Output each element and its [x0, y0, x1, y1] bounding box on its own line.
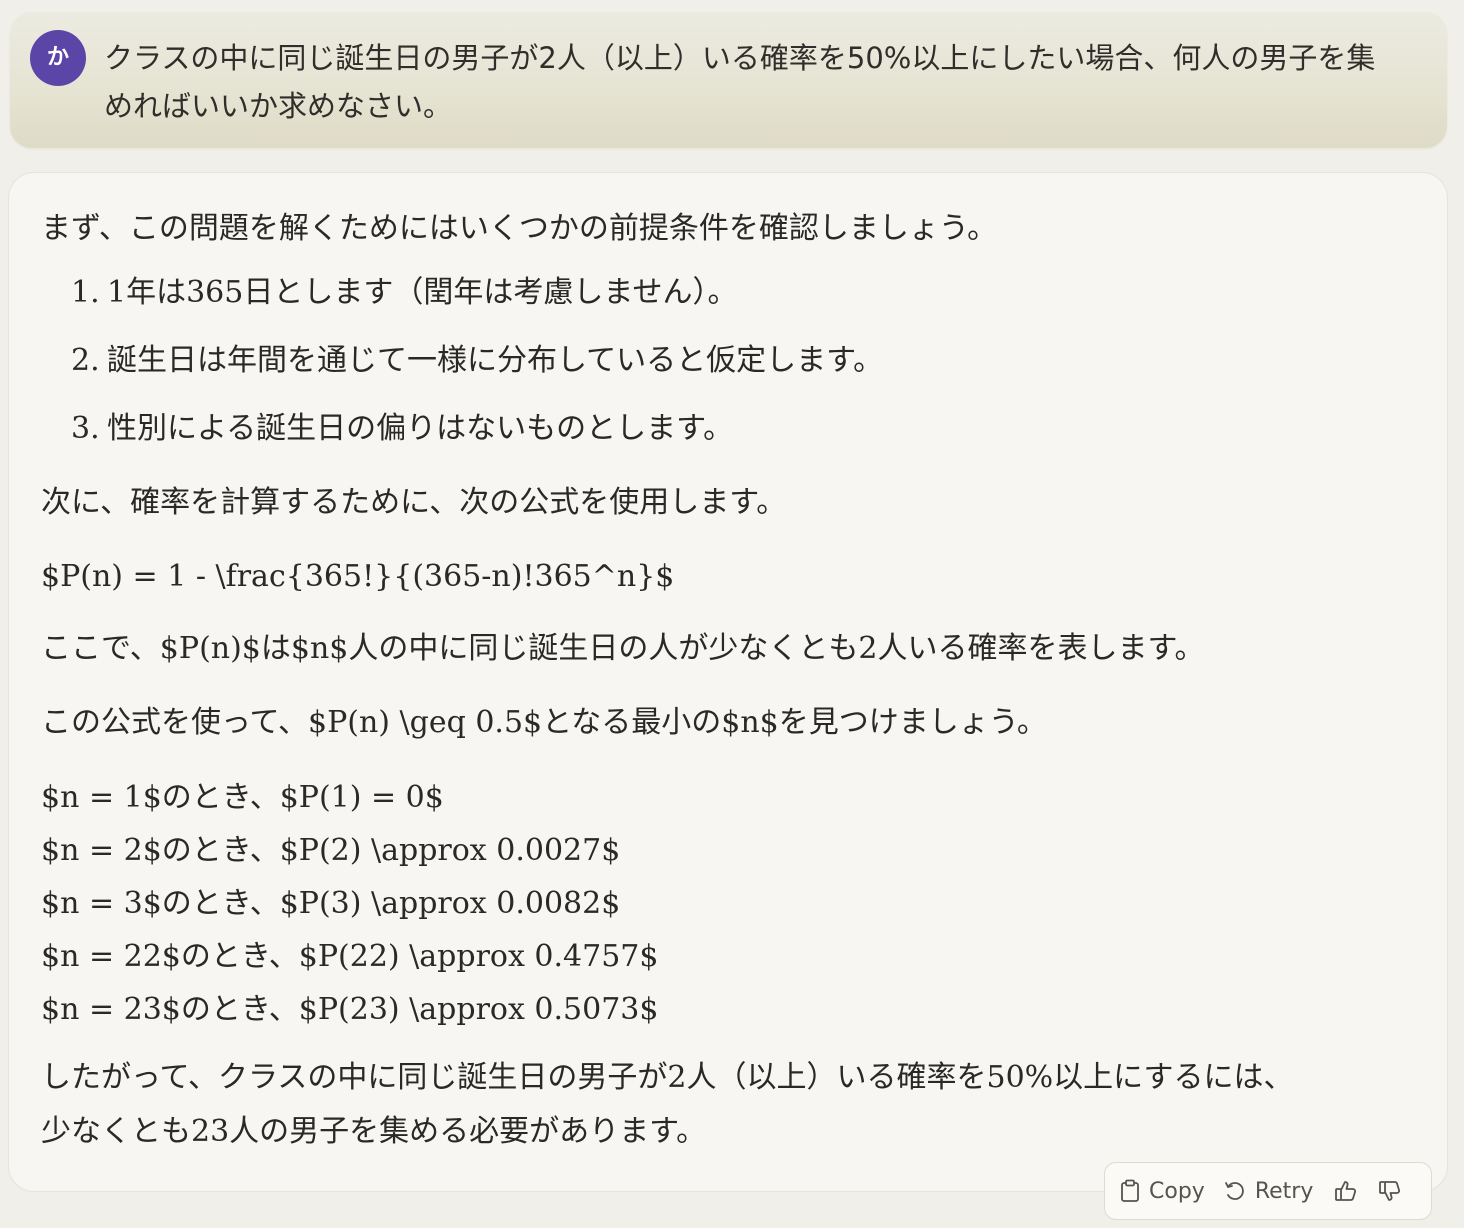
calculation-line: $n = 1$のとき、$P(1) = 0$ — [41, 780, 444, 815]
use-formula-paragraph: この公式を使って、$P(n) \geq 0.5$となる最小の$n$を見つけましょ… — [41, 705, 1047, 740]
thumbs-down-button[interactable] — [1377, 1178, 1403, 1204]
list-item-text: 誕生日は年間を通じて一様に分布していると仮定します。 — [107, 343, 884, 378]
thumbs-up-button[interactable] — [1333, 1178, 1359, 1204]
calculation-line: $n = 23$のとき、$P(23) \approx 0.5073$ — [41, 992, 659, 1027]
formula-paragraph: $P(n) = 1 - \frac{365!}{(365-n)!365^n}$ — [41, 559, 675, 594]
list-number: 3. — [71, 411, 100, 446]
calculation-line: $n = 3$のとき、$P(3) \approx 0.0082$ — [41, 886, 621, 921]
calculation-line: $n = 22$のとき、$P(22) \approx 0.4757$ — [41, 939, 659, 974]
message-action-bar: Copy Retry — [1104, 1162, 1432, 1220]
formula-explain-paragraph: ここで、$P(n)$は$n$人の中に同じ誕生日の人が少なくとも2人いる確率を表し… — [41, 631, 1205, 666]
list-number: 2. — [71, 343, 100, 378]
list-item: 1. 1年は365日とします（閏年は考慮しません）。 — [71, 269, 883, 337]
assumptions-list: 1. 1年は365日とします（閏年は考慮しません）。 2. 誕生日は年間を通じて一様… — [71, 269, 883, 473]
copy-label: Copy — [1149, 1178, 1205, 1204]
thumbs-down-icon — [1379, 1181, 1401, 1201]
list-number: 1. — [71, 275, 100, 310]
user-message: か クラスの中に同じ誕生日の男子が2人（以上）いる確率を50%以上にしたい場合、… — [10, 12, 1447, 148]
retry-icon — [1224, 1182, 1244, 1200]
list-item-text: 1年は365日とします（閏年は考慮しません）。 — [107, 275, 738, 310]
conclusion-paragraph: したがって、クラスの中に同じ誕生日の男子が2人（以上）いる確率を50%以上にする… — [41, 1051, 1293, 1159]
calculation-line: $n = 2$のとき、$P(2) \approx 0.0027$ — [41, 833, 621, 868]
intro-paragraph: まず、この問題を解くためにはいくつかの前提条件を確認しましょう。 — [41, 211, 998, 246]
list-item: 2. 誕生日は年間を通じて一様に分布していると仮定します。 — [71, 337, 883, 405]
retry-label: Retry — [1254, 1178, 1314, 1204]
copy-button[interactable]: Copy — [1119, 1179, 1205, 1204]
list-item: 3. 性別による誕生日の偏りはないものとします。 — [71, 405, 883, 473]
formula-intro-paragraph: 次に、確率を計算するために、次の公式を使用します。 — [41, 485, 787, 520]
conclusion-line: 少なくとも23人の男子を集める必要があります。 — [41, 1114, 707, 1149]
user-avatar: か — [30, 30, 86, 86]
clipboard-icon — [1121, 1179, 1139, 1202]
list-item-text: 性別による誕生日の偏りはないものとします。 — [107, 411, 734, 446]
thumbs-up-icon — [1335, 1181, 1357, 1201]
conclusion-line: したがって、クラスの中に同じ誕生日の男子が2人（以上）いる確率を50%以上にする… — [41, 1060, 1294, 1095]
retry-button[interactable]: Retry — [1223, 1178, 1314, 1204]
user-message-text: クラスの中に同じ誕生日の男子が2人（以上）いる確率を50%以上にしたい場合、何人… — [104, 41, 1376, 123]
assistant-message: まず、この問題を解くためにはいくつかの前提条件を確認しましょう。 1. 1年は36… — [8, 172, 1448, 1192]
calculation-lines: $n = 1$のとき、$P(1) = 0$ $n = 2$のとき、$P(2) \… — [41, 771, 659, 1036]
